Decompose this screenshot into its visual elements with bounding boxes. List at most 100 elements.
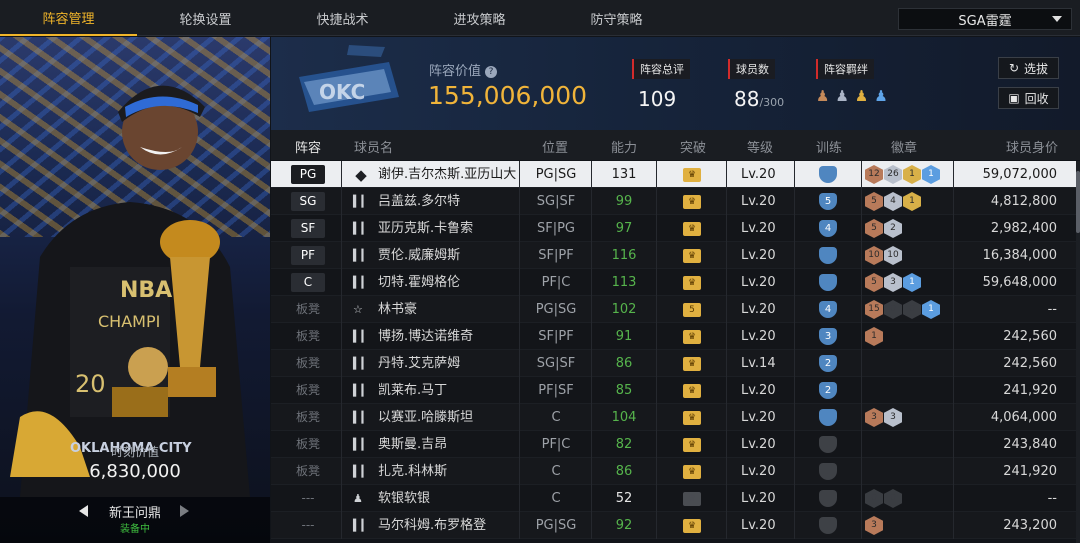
tab-rotation-settings[interactable]: 轮换设置 [137,0,274,36]
badge-icon[interactable]: 4 [884,192,902,211]
table-row[interactable]: --- ♟ 软银软银 C 52 ♛ Lv.20 . 00 -- [271,485,1076,512]
col-name[interactable]: 球员名 [354,137,393,156]
player-name[interactable]: 谢伊.吉尔杰斯.亚历山大 [378,161,516,188]
training-shield-icon[interactable] [819,274,837,291]
badge-icon[interactable]: 1 [903,165,921,184]
player-name[interactable]: 丹特.艾克萨姆 [378,350,460,377]
lineup-slot[interactable]: --- [291,516,325,535]
breakthrough-crown-icon[interactable]: ♛ [683,168,701,182]
breakthrough-crown-icon[interactable]: ♛ [683,357,701,371]
scrollbar-thumb[interactable] [1076,171,1080,233]
lineup-slot[interactable]: 板凳 [291,462,325,481]
badge-icon[interactable]: 15 [865,300,883,319]
col-position[interactable]: 位置 [542,137,568,156]
bond-gold-icon[interactable]: ♟ [855,87,868,105]
table-row[interactable]: --- ▍▎ 马尔科姆.布罗格登 PG|SG 92 ♛ Lv.20 . 3 24… [271,512,1076,539]
bond-blue-icon[interactable]: ♟ [874,87,887,105]
player-name[interactable]: 马尔科姆.布罗格登 [378,512,486,539]
breakthrough-crown-icon[interactable]: ♛ [683,222,701,236]
table-row[interactable]: PG ◆ 谢伊.吉尔杰斯.亚历山大 PG|SG 131 ♛ Lv.20 12 26… [271,161,1076,188]
select-button[interactable]: ↻ 选拔 [998,57,1059,79]
breakthrough-crown-icon[interactable]: ♛ [683,330,701,344]
breakthrough-crown-icon[interactable]: ♛ [683,411,701,425]
player-name[interactable]: 软银软银 [378,485,430,512]
col-badges[interactable]: 徽章 [891,137,917,156]
tab-defense-strategy[interactable]: 防守策略 [548,0,685,36]
player-name[interactable]: 博扬.博达诺维奇 [378,323,473,350]
player-name[interactable]: 吕盖兹.多尔特 [378,188,460,215]
table-scrollbar[interactable] [1076,161,1080,543]
table-row[interactable]: 板凳 ▍▎ 丹特.艾克萨姆 SG|SF 86 ♛ Lv.14 2 242,560 [271,350,1076,377]
badge-icon[interactable]: 10 [884,246,902,265]
breakthrough-crown-icon[interactable]: ♛ [683,276,701,290]
badge-icon[interactable]: 1 [922,165,940,184]
training-shield-icon[interactable] [819,166,837,183]
player-name[interactable]: 奥斯曼.吉昂 [378,431,447,458]
player-name[interactable]: 凯莱布.马丁 [378,377,447,404]
table-row[interactable]: 板凳 ▍▎ 博扬.博达诺维奇 SF|PF 91 ♛ Lv.20 3 1 242,… [271,323,1076,350]
col-level[interactable]: 等级 [747,137,773,156]
recycle-button[interactable]: ▣ 回收 [998,87,1059,109]
badge-icon[interactable]: 0 [865,489,883,508]
col-training[interactable]: 训练 [816,137,842,156]
badge-icon[interactable]: 5 [865,192,883,211]
breakthrough-crown-icon[interactable]: ♛ [683,249,701,263]
lineup-slot[interactable]: C [291,273,325,292]
badge-icon[interactable]: 2 [884,219,902,238]
col-ability[interactable]: 能力 [611,137,637,156]
breakthrough-crown-icon[interactable]: ♛ [683,195,701,209]
bond-bronze-icon[interactable]: ♟ [816,87,829,105]
player-name[interactable]: 林书豪 [378,296,417,323]
player-name[interactable]: 亚历克斯.卡鲁索 [378,215,473,242]
next-arrow-icon[interactable] [180,505,189,517]
badge-icon[interactable]: 3 [865,516,883,535]
training-shield-icon[interactable] [819,409,837,426]
badge-icon[interactable]: 12 [865,165,883,184]
badge-icon[interactable]: 1 [903,273,921,292]
lineup-slot[interactable]: --- [291,489,325,508]
training-shield-icon[interactable]: . [819,517,837,534]
training-shield-icon[interactable]: 4 [819,301,837,318]
breakthrough-crown-icon[interactable]: 5 [683,303,701,317]
badge-icon[interactable]: 3 [865,408,883,427]
player-name[interactable]: 扎克.科林斯 [378,458,447,485]
breakthrough-crown-icon[interactable]: ♛ [683,438,701,452]
badge-icon[interactable]: 26 [884,165,902,184]
player-name[interactable]: 以赛亚.哈滕斯坦 [378,404,473,431]
lineup-slot[interactable]: 板凳 [291,408,325,427]
training-shield-icon[interactable]: 5 [819,193,837,210]
breakthrough-crown-icon[interactable]: ♛ [683,492,701,506]
badge-icon[interactable]: 0 [884,300,902,319]
badge-icon[interactable]: 0 [884,489,902,508]
training-shield-icon[interactable]: 3 [819,328,837,345]
lineup-slot[interactable]: PG [291,165,325,184]
table-row[interactable]: 板凳 ▍▎ 以赛亚.哈滕斯坦 C 104 ♛ Lv.20 33 4,064,00… [271,404,1076,431]
col-breakthrough[interactable]: 突破 [680,137,706,156]
badge-icon[interactable]: 5 [865,273,883,292]
badge-icon[interactable]: 10 [865,246,883,265]
badge-icon[interactable]: 1 [903,192,921,211]
player-name[interactable]: 切特.霍姆格伦 [378,269,460,296]
lineup-slot[interactable]: SG [291,192,325,211]
badge-icon[interactable]: 5 [865,219,883,238]
table-row[interactable]: PF ▍▎ 贾伦.威廉姆斯 SF|PF 116 ♛ Lv.20 10 10 16,… [271,242,1076,269]
table-row[interactable]: 板凳 ☆ 林书豪 PG|SG 102 5 Lv.20 4 15 0 0 1 -- [271,296,1076,323]
table-row[interactable]: SF ▍▎ 亚历克斯.卡鲁索 SF|PG 97 ♛ Lv.20 4 52 2,9… [271,215,1076,242]
table-row[interactable]: C ▍▎ 切特.霍姆格伦 PF|C 113 ♛ Lv.20 531 59,648… [271,269,1076,296]
breakthrough-crown-icon[interactable]: ♛ [683,384,701,398]
lineup-slot[interactable]: 板凳 [291,300,325,319]
training-shield-icon[interactable] [819,247,837,264]
table-row[interactable]: 板凳 ▍▎ 奥斯曼.吉昂 PF|C 82 ♛ Lv.20 . 243,840 [271,431,1076,458]
breakthrough-crown-icon[interactable]: ♛ [683,465,701,479]
help-icon[interactable]: ? [485,66,498,78]
col-slot[interactable]: 阵容 [295,137,321,156]
badge-icon[interactable]: 1 [922,300,940,319]
table-row[interactable]: 板凳 ▍▎ 扎克.科林斯 C 86 ♛ Lv.20 . 241,920 [271,458,1076,485]
player-name[interactable]: 贾伦.威廉姆斯 [378,242,460,269]
tab-offense-strategy[interactable]: 进攻策略 [411,0,548,36]
col-value[interactable]: 球员身价 [1006,137,1058,156]
team-dropdown[interactable]: SGA雷霆 [898,8,1072,30]
badge-icon[interactable]: 1 [865,327,883,346]
training-shield-icon[interactable]: . [819,436,837,453]
lineup-slot[interactable]: SF [291,219,325,238]
